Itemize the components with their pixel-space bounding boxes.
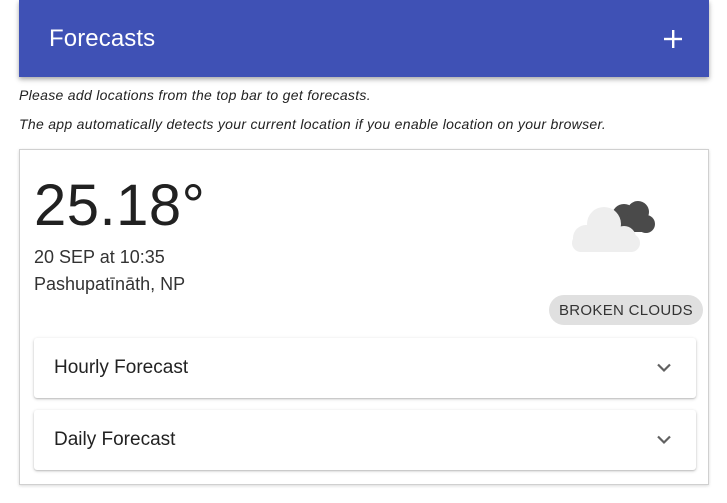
hourly-forecast-label: Hourly Forecast: [54, 357, 189, 378]
add-location-button[interactable]: [657, 23, 689, 55]
current-weather-card: 25.18° 20 SEP at 10:35 Pashupatīnāth, NP…: [19, 149, 709, 485]
hourly-forecast-panel[interactable]: Hourly Forecast: [34, 338, 696, 398]
chevron-down-icon: [652, 428, 676, 452]
info-note-location-detection: The app automatically detects your curre…: [19, 116, 607, 132]
plus-icon: [664, 29, 682, 48]
weather-condition-badge: BROKEN CLOUDS: [549, 295, 703, 325]
daily-forecast-label: Daily Forecast: [54, 429, 176, 450]
app-title: Forecasts: [49, 24, 156, 52]
chevron-down-icon: [652, 356, 676, 380]
current-temperature: 25.18°: [34, 173, 206, 238]
broken-clouds-icon: [572, 201, 655, 252]
location-name: Pashupatīnāth, NP: [34, 274, 186, 294]
app-bar: Forecasts: [19, 0, 709, 77]
daily-forecast-panel[interactable]: Daily Forecast: [34, 410, 696, 470]
info-note-add-locations: Please add locations from the top bar to…: [19, 87, 371, 103]
observation-datetime: 20 SEP at 10:35: [34, 247, 165, 267]
